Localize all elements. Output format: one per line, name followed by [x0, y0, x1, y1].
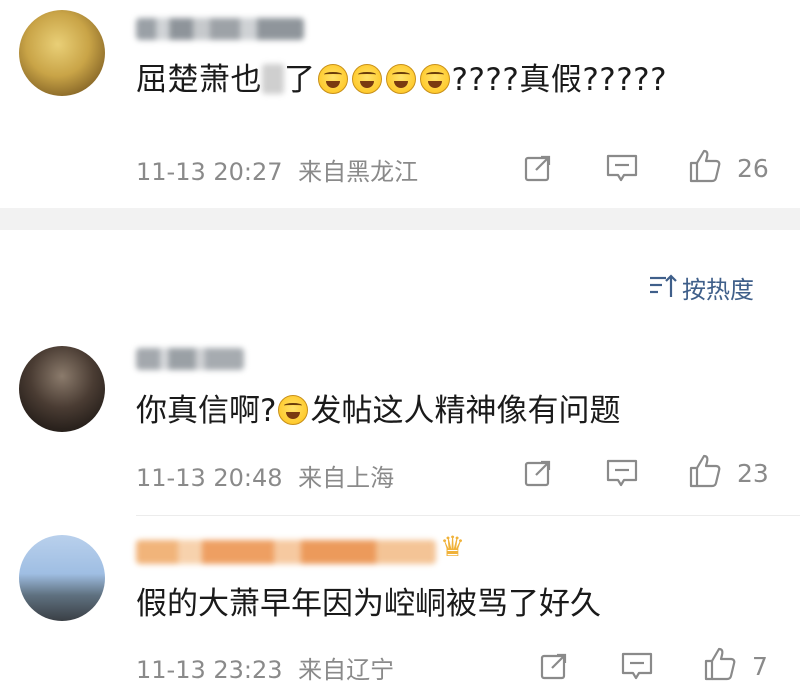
laugh-cry-emoji-icon	[278, 395, 309, 425]
like-count: 23	[737, 459, 769, 488]
location: 来自上海	[298, 464, 395, 492]
timestamp: 11-13 20:48	[136, 464, 283, 492]
comment-separator	[136, 515, 800, 516]
comment-text-part: 发帖这人精神像有问题	[310, 393, 621, 429]
thumbs-up-icon[interactable]	[688, 148, 722, 184]
location: 来自黑龙江	[298, 158, 419, 186]
like-count: 7	[752, 652, 768, 681]
sort-icon[interactable]	[648, 272, 678, 300]
comment-meta: 11-13 20:27 来自黑龙江	[136, 152, 418, 187]
share-icon[interactable]	[522, 152, 554, 184]
comment-text: 你真信啊? 发帖这人精神像有问题	[136, 395, 620, 427]
share-icon[interactable]	[538, 650, 570, 682]
section-divider	[0, 208, 800, 230]
comment-meta: 11-13 23:23 来自辽宁	[136, 650, 394, 685]
laugh-cry-emoji-icon	[385, 64, 416, 94]
username-blurred[interactable]	[136, 18, 304, 40]
comment-text-part: 屈楚萧也	[136, 62, 262, 98]
thumbs-up-icon[interactable]	[703, 646, 737, 682]
timestamp: 11-13 23:23	[136, 656, 283, 684]
timestamp: 11-13 20:27	[136, 158, 283, 186]
avatar[interactable]	[19, 10, 105, 96]
share-icon[interactable]	[522, 457, 554, 489]
sort-hot-button[interactable]: 按热度	[682, 270, 754, 305]
laugh-cry-emoji-icon	[317, 64, 348, 94]
comment-text: 屈楚萧也了 ????真假?????	[136, 64, 667, 96]
thumbs-up-icon[interactable]	[688, 453, 722, 489]
comment-icon[interactable]	[605, 152, 639, 184]
username-blurred[interactable]	[136, 348, 244, 370]
comment-icon[interactable]	[605, 457, 639, 489]
comment-icon[interactable]	[620, 650, 654, 682]
crown-icon: ♛	[440, 530, 466, 563]
comment-text-part: 了	[284, 62, 316, 98]
avatar[interactable]	[19, 535, 105, 621]
comment-text: 假的大萧早年因为崆峒被骂了好久	[136, 586, 601, 622]
location: 来自辽宁	[298, 656, 395, 684]
laugh-cry-emoji-icon	[351, 64, 382, 94]
comment-text-part: 你真信啊?	[136, 393, 277, 429]
comment-text-part: ????真假?????	[451, 62, 668, 98]
comment-meta: 11-13 20:48 来自上海	[136, 458, 394, 493]
username-blurred[interactable]	[136, 540, 436, 564]
like-count: 26	[737, 154, 769, 183]
redacted-mark	[262, 64, 284, 94]
laugh-cry-emoji-icon	[419, 64, 450, 94]
avatar[interactable]	[19, 346, 105, 432]
